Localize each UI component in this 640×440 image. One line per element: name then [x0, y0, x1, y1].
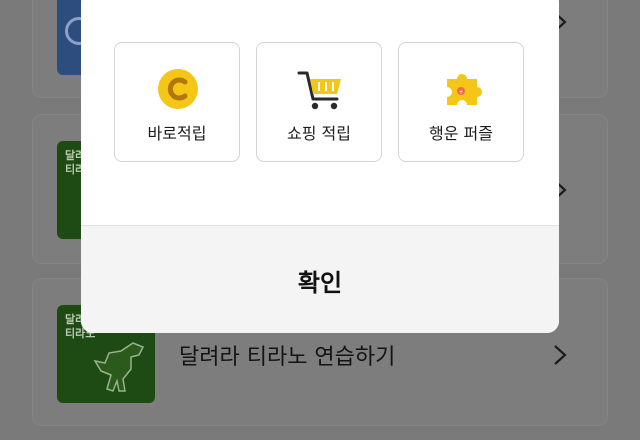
list-item-title: 달려라 티라노 연습하기	[179, 345, 396, 370]
option-instant-reward[interactable]: 바로적립	[114, 42, 240, 162]
modal-footer: 확인	[81, 225, 559, 333]
option-shopping-reward[interactable]: 쇼핑 적립	[256, 42, 382, 162]
reward-type-modal: 바로적립 쇼핑 적립 + 행운 퍼즐 확인	[81, 0, 559, 333]
reward-options: 바로적립 쇼핑 적립 + 행운 퍼즐	[114, 42, 534, 164]
option-label: 쇼핑 적립	[287, 124, 351, 143]
option-label: 바로적립	[147, 124, 207, 143]
dinosaur-icon	[93, 342, 145, 392]
shopping-cart-icon	[297, 71, 341, 110]
option-label: 행운 퍼즐	[429, 124, 493, 143]
svg-text:+: +	[458, 89, 463, 96]
chevron-right-icon	[553, 342, 567, 372]
coin-icon	[158, 69, 198, 109]
puzzle-piece-icon: +	[447, 73, 482, 105]
option-lucky-puzzle[interactable]: + 행운 퍼즐	[398, 42, 524, 162]
confirm-button[interactable]: 확인	[81, 263, 559, 298]
